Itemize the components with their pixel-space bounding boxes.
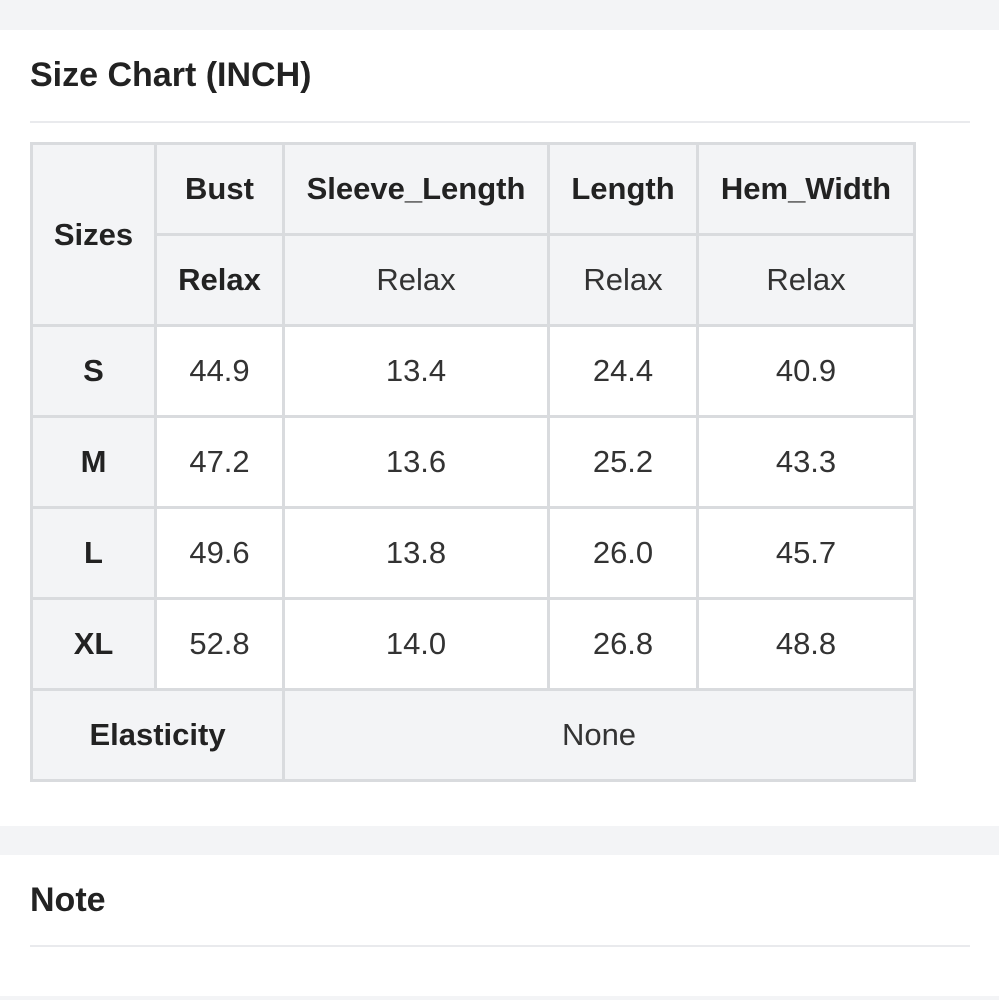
- fit-cell-length: Relax: [547, 233, 699, 327]
- table-cell: 48.8: [696, 597, 916, 691]
- elasticity-label: Elasticity: [30, 688, 285, 782]
- table-row: S 44.9 13.4 24.4 40.9: [30, 324, 916, 418]
- table-row: L 49.6 13.8 26.0 45.7: [30, 506, 916, 600]
- size-chart-title: Size Chart (INCH): [30, 56, 312, 94]
- column-header-sleeve-length: Sleeve_Length: [282, 142, 550, 236]
- column-header-hem-width: Hem_Width: [696, 142, 916, 236]
- fit-row: Relax Relax Relax Relax: [32, 233, 916, 327]
- table-cell: 14.0: [282, 597, 550, 691]
- note-divider: [30, 945, 970, 947]
- table-cell: 49.6: [154, 506, 285, 600]
- table-cell: 24.4: [547, 324, 699, 418]
- size-label: S: [30, 324, 157, 418]
- note-title: Note: [30, 881, 106, 919]
- size-chart-table: Sizes Bust Sleeve_Length Length Hem_Widt…: [30, 142, 916, 782]
- table-cell: 44.9: [154, 324, 285, 418]
- table-cell: 45.7: [696, 506, 916, 600]
- table-cell: 47.2: [154, 415, 285, 509]
- table-cell: 26.8: [547, 597, 699, 691]
- size-label: L: [30, 506, 157, 600]
- size-label: XL: [30, 597, 157, 691]
- table-cell: 26.0: [547, 506, 699, 600]
- table-cell: 25.2: [547, 415, 699, 509]
- section-separator-band: [0, 826, 999, 855]
- table-cell: 13.4: [282, 324, 550, 418]
- table-row: M 47.2 13.6 25.2 43.3: [30, 415, 916, 509]
- fit-cell-hem-width: Relax: [696, 233, 916, 327]
- table-cell: 52.8: [154, 597, 285, 691]
- elasticity-value: None: [282, 688, 916, 782]
- table-cell: 13.8: [282, 506, 550, 600]
- table-cell: 13.6: [282, 415, 550, 509]
- title-divider: [30, 121, 970, 123]
- table-cell: 43.3: [696, 415, 916, 509]
- table-cell: 40.9: [696, 324, 916, 418]
- column-header-length: Length: [547, 142, 699, 236]
- top-separator-band: [0, 0, 999, 30]
- table-header-row: Sizes Bust Sleeve_Length Length Hem_Widt…: [30, 142, 916, 327]
- column-header-bust: Bust: [154, 142, 285, 236]
- fit-cell-sleeve-length: Relax: [282, 233, 550, 327]
- elasticity-row: Elasticity None: [30, 688, 916, 782]
- bottom-separator-band: [0, 996, 999, 1000]
- fit-cell-bust: Relax: [154, 233, 285, 327]
- sizes-header: Sizes: [30, 142, 157, 327]
- size-label: M: [30, 415, 157, 509]
- table-row: XL 52.8 14.0 26.8 48.8: [30, 597, 916, 691]
